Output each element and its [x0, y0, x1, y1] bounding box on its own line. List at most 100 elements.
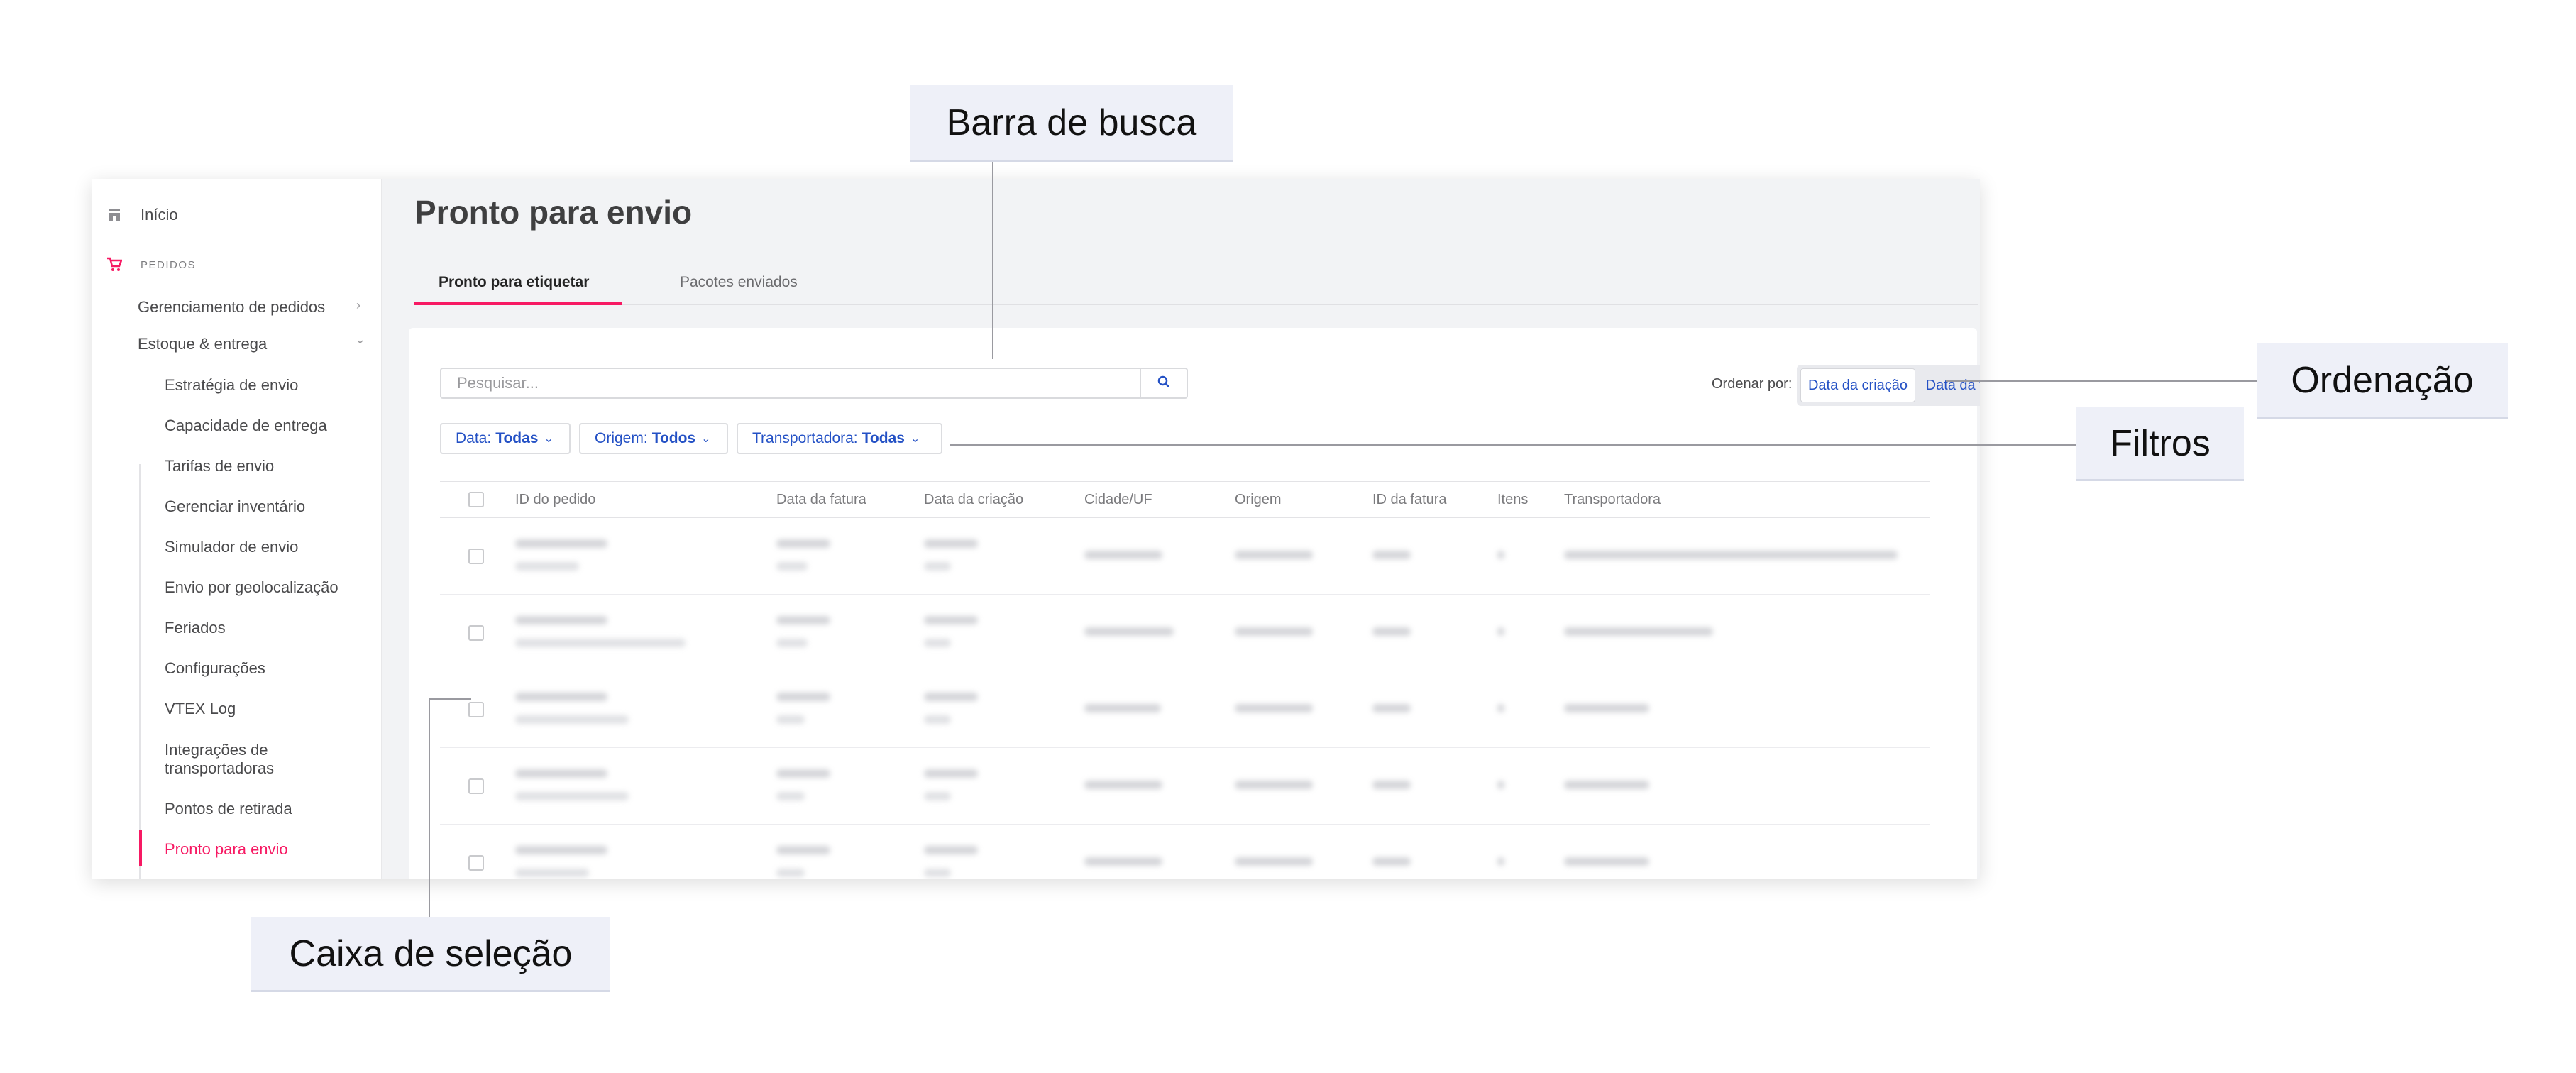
filter-date-name: Data:	[456, 430, 492, 446]
filter-date-value: Todas	[495, 430, 539, 446]
column-header[interactable]: Data da fatura	[776, 492, 866, 508]
blurred-carrier	[1564, 551, 1898, 559]
tab-ready-to-label[interactable]: Pronto para etiquetar	[439, 274, 589, 291]
row-checkbox[interactable]	[468, 549, 484, 564]
row-checkbox[interactable]	[468, 625, 484, 641]
blurred-carrier	[1564, 704, 1649, 712]
search-button[interactable]	[1140, 368, 1188, 399]
blurred-invoice-date	[776, 846, 830, 854]
blurred-items	[1497, 781, 1504, 789]
blurred-creation-date	[924, 616, 978, 624]
table-row[interactable]	[440, 748, 1930, 825]
blurred-customer	[515, 869, 589, 877]
row-checkbox[interactable]	[468, 778, 484, 794]
blurred-order-id	[515, 846, 607, 854]
sidebar-item-vtex-log[interactable]: VTEX Log	[165, 700, 236, 718]
sidebar-item-stock-delivery[interactable]: Estoque & entrega	[138, 335, 267, 353]
blurred-items	[1497, 627, 1504, 636]
blurred-order-id	[515, 539, 607, 548]
blurred-origin	[1235, 781, 1313, 789]
blurred-customer	[515, 715, 629, 724]
table-header: ID do pedido Data da fatura Data da cria…	[440, 481, 1930, 518]
blurred-creation-time	[924, 869, 951, 877]
chevron-down-icon: ⌄	[544, 433, 554, 445]
column-header[interactable]: Cidade/UF	[1084, 492, 1152, 508]
column-header[interactable]: Transportadora	[1564, 492, 1661, 508]
column-header[interactable]: Origem	[1235, 492, 1282, 508]
filter-carrier-value: Todas	[862, 430, 905, 446]
column-header[interactable]: ID do pedido	[515, 492, 595, 508]
sidebar-item-inventory[interactable]: Gerenciar inventário	[165, 497, 305, 516]
sidebar-item-carrier-integrations[interactable]: Integrações de transportadoras	[165, 741, 321, 778]
column-header[interactable]: Data da criação	[924, 492, 1023, 508]
table-row[interactable]	[440, 518, 1930, 595]
sidebar-item-home[interactable]: Início	[106, 206, 178, 224]
search-input[interactable]: Pesquisar...	[440, 368, 1140, 399]
row-checkbox[interactable]	[468, 855, 484, 871]
blurred-carrier	[1564, 857, 1649, 866]
sidebar-item-settings[interactable]: Configurações	[165, 659, 265, 678]
sidebar-section-label: PEDIDOS	[141, 258, 197, 271]
sidebar-item-label: Estoque & entrega	[138, 335, 268, 353]
blurred-invoice-time	[776, 792, 805, 800]
column-header[interactable]: Itens	[1497, 492, 1528, 508]
blurred-invoice-id	[1372, 781, 1411, 789]
sort-segmented-control: Data da criação Data da fatura	[1797, 365, 1980, 406]
sidebar-section-orders: PEDIDOS	[106, 257, 196, 273]
sidebar-item-geolocation[interactable]: Envio por geolocalização	[165, 578, 338, 597]
blurred-city	[1084, 781, 1162, 789]
blurred-invoice-time	[776, 639, 808, 647]
blurred-creation-time	[924, 792, 951, 800]
sidebar-item-delivery-capacity[interactable]: Capacidade de entrega	[165, 417, 327, 435]
sidebar-item-shipping-strategy[interactable]: Estratégia de envio	[165, 376, 298, 395]
sort-by-creation-date[interactable]: Data da criação	[1800, 368, 1915, 402]
sidebar-item-pickup-points[interactable]: Pontos de retirada	[165, 800, 292, 818]
sort-label: Ordenar por:	[1712, 376, 1793, 392]
blurred-origin	[1235, 551, 1313, 559]
sidebar-item-shipping-simulator[interactable]: Simulador de envio	[165, 538, 298, 556]
chevron-down-icon: ⌄	[910, 433, 920, 445]
select-all-checkbox[interactable]	[468, 492, 484, 507]
active-indicator	[139, 830, 142, 866]
table-row[interactable]	[440, 595, 1930, 671]
leader-line-checkbox-h	[429, 698, 471, 700]
blurred-items	[1497, 551, 1504, 559]
filter-origin[interactable]: Origem: Todos ⌄	[579, 423, 728, 454]
sidebar-item-shipping-rates[interactable]: Tarifas de envio	[165, 457, 274, 475]
blurred-order-id	[515, 693, 607, 701]
row-checkbox[interactable]	[468, 702, 484, 717]
sort-by-invoice-date[interactable]: Data da fatura	[1917, 368, 1980, 402]
blurred-origin	[1235, 627, 1313, 636]
filter-carrier[interactable]: Transportadora: Todas ⌄	[737, 423, 942, 454]
table-row[interactable]	[440, 825, 1930, 879]
sidebar-home-label: Início	[141, 206, 178, 224]
chevron-down-icon: ⌄	[701, 433, 711, 445]
chevron-down-icon: ⌄	[355, 332, 366, 346]
blurred-invoice-id	[1372, 627, 1411, 636]
blurred-creation-date	[924, 693, 978, 701]
blurred-city	[1084, 857, 1162, 866]
sidebar-item-holidays[interactable]: Feriados	[165, 619, 226, 637]
blurred-invoice-time	[776, 562, 808, 571]
sidebar-item-ready-to-ship[interactable]: Pronto para envio	[165, 840, 288, 859]
blurred-customer	[515, 639, 686, 647]
sidebar: Início PEDIDOS Gerenciamento de pedidos …	[92, 179, 382, 879]
sidebar-item-order-management[interactable]: Gerenciamento de pedidos	[138, 298, 325, 317]
table-row[interactable]	[440, 671, 1930, 748]
blurred-creation-time	[924, 715, 951, 724]
active-tab-indicator	[414, 302, 622, 305]
tab-sent-packages[interactable]: Pacotes enviados	[680, 274, 798, 291]
column-header[interactable]: ID da fatura	[1372, 492, 1447, 508]
blurred-invoice-date	[776, 769, 830, 778]
sidebar-item-label: Gerenciamento de pedidos	[138, 298, 326, 316]
blurred-invoice-time	[776, 715, 805, 724]
filter-origin-value: Todos	[651, 430, 696, 446]
blurred-creation-time	[924, 639, 951, 647]
filter-date[interactable]: Data: Todas ⌄	[440, 423, 571, 454]
blurred-invoice-date	[776, 616, 830, 624]
blurred-invoice-id	[1372, 704, 1411, 712]
orders-card: Pesquisar... Ordenar por: Data da criaçã…	[409, 328, 1980, 879]
nav-group-line	[139, 464, 141, 879]
callout-checkbox: Caixa de seleção	[251, 917, 610, 992]
blurred-city	[1084, 704, 1161, 712]
